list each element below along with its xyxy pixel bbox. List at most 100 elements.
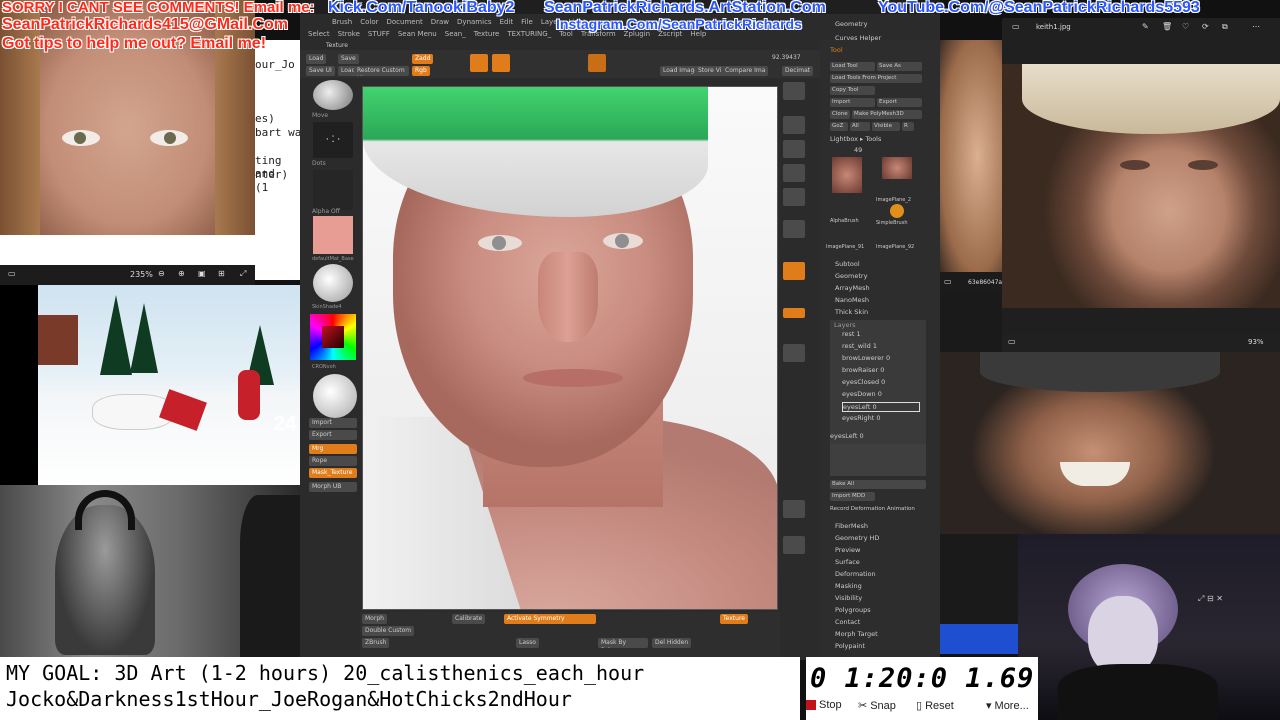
layer-rest-wild[interactable]: rest_wild 1 [842,342,877,350]
zoom-icon[interactable] [783,140,805,158]
brush-thumb[interactable] [313,80,353,110]
fit-icon[interactable]: ▣ [198,269,206,278]
layer-brow-lowerer[interactable]: browLowerer 0 [842,354,890,362]
menu-contact[interactable]: Contact [835,618,860,626]
menu-sean-menu[interactable]: Sean Menu [398,30,437,42]
scroll-icon[interactable] [783,116,805,134]
viewer-edit-icon[interactable]: ✎ [1142,22,1149,31]
reset-button[interactable]: ▯ Reset [916,699,954,713]
layer-rest[interactable]: rest 1 [842,330,861,338]
menu-texturing[interactable]: TEXTURING_ [507,30,551,42]
calibrate-button[interactable]: Calibrate [452,614,486,624]
layer-eyes-down[interactable]: eyesDown 0 [842,390,882,398]
alpha-thumb[interactable] [313,170,353,210]
viewer-toggle-icon[interactable]: ▭ [1008,337,1016,346]
load-tools-from-project-button[interactable]: Load Tools From Project [830,74,922,83]
shelf-load[interactable]: Load [306,54,327,64]
persp-icon[interactable] [783,220,805,238]
menu-polypaint[interactable]: Polypaint [835,642,865,650]
all-button[interactable]: All [850,122,870,131]
floor-icon[interactable] [783,262,805,280]
import-button[interactable]: Import [309,418,357,428]
material-thumb[interactable] [313,264,353,302]
polyf-icon[interactable] [783,536,805,554]
shelf-decimate[interactable]: Decimat [782,66,814,76]
draw-icon[interactable] [470,54,488,72]
rope-button[interactable]: Rope [309,456,357,466]
menu-stuff[interactable]: STUFF [368,30,390,42]
actual-size-icon[interactable]: ⊞ [218,269,225,278]
mrg-button[interactable]: Mrg [309,444,357,454]
goz-button[interactable]: GoZ [830,122,848,131]
save-as-button[interactable]: Save As [877,62,922,71]
r-button[interactable]: R [902,122,914,131]
zbrush-viewport[interactable] [362,86,778,610]
menu-draw[interactable]: Draw [431,18,449,30]
menu-file[interactable]: File [521,18,533,30]
clone-button[interactable]: Clone [830,110,850,119]
menu-document[interactable]: Document [386,18,422,30]
more-button[interactable]: ▾ More... [986,699,1029,713]
viewer-more-icon[interactable]: ⋯ [1252,22,1260,31]
arraymesh-menu[interactable]: ArrayMesh [835,284,870,292]
move-view-icon[interactable] [783,500,805,518]
actual-icon[interactable] [783,164,805,182]
keith-thumb-2[interactable] [882,157,912,179]
layer-eyes-closed[interactable]: eyesClosed 0 [842,378,885,386]
viewer-delete-icon[interactable]: 🗑 [1162,22,1172,31]
frame-icon[interactable] [783,344,805,362]
export-button[interactable]: Export [309,430,357,440]
geometry-menu[interactable]: Geometry [835,272,867,280]
visible-button[interactable]: Visible [872,122,900,131]
zoom-out-icon[interactable]: ⊖ [158,269,165,278]
fullscreen-icon[interactable]: ⤢ [240,269,246,279]
aahalf-icon[interactable] [783,188,805,206]
menu-surface[interactable]: Surface [835,558,860,566]
activate-symmetry-button[interactable]: Activate Symmetry [504,614,596,624]
thickskin-menu[interactable]: Thick Skin [835,308,868,316]
menu-fibermesh[interactable]: FiberMesh [835,522,868,530]
menu-geometry-hd[interactable]: Geometry HD [835,534,879,542]
local-icon[interactable] [783,308,805,318]
double-custom-button[interactable]: Double Custom [362,626,415,636]
make-polymesh-button[interactable]: Make PolyMesh3D [852,110,922,119]
shelf-save-ui[interactable]: Save UI [306,66,335,76]
menu-deformation[interactable]: Deformation [835,570,876,578]
panel-geometry[interactable]: Geometry [835,20,867,28]
boy-image-icon[interactable]: ▭ [944,277,952,286]
menu-brush[interactable]: Brush [332,18,352,30]
snap-button[interactable]: ✂ Snap [858,699,896,713]
panel-tool-header[interactable]: Tool [830,46,843,54]
menu-color[interactable]: Color [360,18,378,30]
color-picker[interactable] [310,314,356,360]
menu-polygroups[interactable]: Polygroups [835,606,871,614]
morph-ub-button[interactable]: Morph UB [309,482,357,492]
menu-morph-target[interactable]: Morph Target [835,630,878,638]
menu-texture[interactable]: Texture [474,30,500,42]
layer-eyes-left[interactable]: eyesLeft 0 [842,402,920,412]
menu-stroke[interactable]: Stroke [338,30,360,42]
layer-brow-raiser[interactable]: browRaiser 0 [842,366,884,374]
sphere-thumb[interactable] [313,374,357,418]
texture-button[interactable]: Texture [720,614,748,624]
copy-tool-button[interactable]: Copy Tool [830,86,875,95]
viewer-heart-icon[interactable]: ♡ [1182,22,1189,31]
image-icon[interactable]: ▭ [8,269,16,278]
bake-all-button[interactable]: Bake All [830,480,926,489]
zoom-in-icon[interactable]: ⊕ [178,269,185,278]
mask-texture-button[interactable]: Mask_Texture [309,468,357,478]
stroke-thumb[interactable]: · ⁚ · [313,122,353,158]
shelf-restore-ui[interactable]: Restore Custom UI [354,66,409,76]
lightbox-tools[interactable]: Lightbox ▸ Tools [830,135,881,143]
shelf-store-view[interactable]: Store Vi [695,66,725,76]
subtool-menu[interactable]: Subtool [835,260,860,268]
import-mdd-button[interactable]: Import MDD [830,492,875,501]
menu-select[interactable]: Select [308,30,330,42]
lasso-button[interactable]: Lasso [516,638,539,648]
menu-visibility[interactable]: Visibility [835,594,862,602]
shelf-compare-image[interactable]: Compare Ima [722,66,769,76]
shelf-zadd[interactable]: Zadd [412,54,434,64]
texture-tab[interactable]: Texture [326,42,348,49]
move-icon[interactable] [492,54,510,72]
simplebrush-icon[interactable] [890,204,904,218]
